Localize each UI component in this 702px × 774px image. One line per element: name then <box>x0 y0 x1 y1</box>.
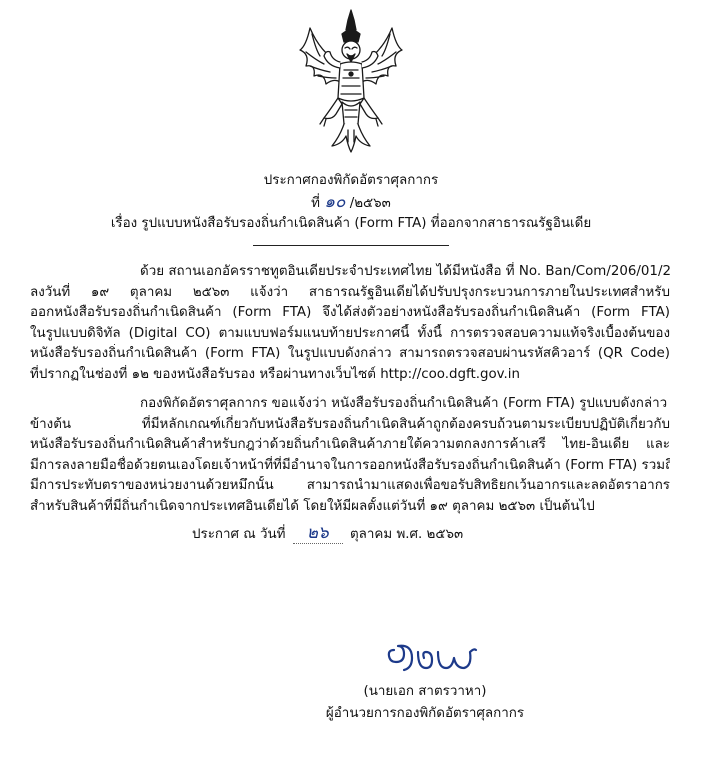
paragraph-2-line: มีการลงลายมือชื่อด้วยตนเองโดยเจ้าหน้าที่… <box>30 457 670 473</box>
signer-position: ผู้อำนวยการกองพิกัดอัตราศุลกากร <box>325 706 525 721</box>
paragraph-1-line: ด้วย สถานเอกอัครราชทูตอินเดียประจำประเทศ… <box>140 264 670 279</box>
handwritten-number: ๑๐ <box>324 192 346 212</box>
paragraph-1: ด้วย สถานเอกอัครราชทูตอินเดียประจำประเทศ… <box>30 262 670 386</box>
date-suffix: ตุลาคม พ.ศ. ๒๕๖๓ <box>349 527 464 542</box>
paragraph-1-line: ออกหนังสือรับรองถิ่นกำเนิดสินค้า (Form F… <box>30 305 670 321</box>
subject-line: เรื่อง รูปแบบหนังสือรับรองถิ่นกำเนิดสินค… <box>110 216 592 231</box>
document-number: ที่ ๑๐ /๒๕๖๓ <box>0 193 702 213</box>
paragraph-1-line: ที่ปรากฏในช่องที่ ๑๒ ของหนังสือรับรอง หร… <box>30 366 521 382</box>
paragraph-2: กองพิกัดอัตราศุลกากร ขอแจ้งว่า หนังสือรั… <box>30 394 670 518</box>
paragraph-2-line: ข้างต้น ที่มีหลักเกณฑ์เกี่ยวกับหนังสือรั… <box>30 416 670 432</box>
number-suffix: /๒๕๖๓ <box>349 196 391 211</box>
issuer-title: ประกาศกองพิกัดอัตราศุลกากร <box>263 173 439 188</box>
number-prefix: ที่ <box>311 196 320 211</box>
header-divider <box>253 245 449 246</box>
paragraph-2-line: หนังสือรับรองถิ่นกำเนิดสินค้าสำหรับกฎว่า… <box>30 437 670 453</box>
announcement-document: ประกาศกองพิกัดอัตราศุลกากร ที่ ๑๐ /๒๕๖๓ … <box>0 0 702 774</box>
paragraph-1-line: ในรูปแบบดิจิทัล (Digital CO) ตามแบบฟอร์ม… <box>30 325 670 341</box>
handwritten-signature <box>387 644 478 672</box>
announcement-date: ประกาศ ณ วันที่ ๒๖ ตุลาคม พ.ศ. ๒๕๖๓ <box>192 523 463 545</box>
handwritten-day: ๒๖ <box>292 523 343 544</box>
paragraph-2-line: กองพิกัดอัตราศุลกากร ขอแจ้งว่า หนังสือรั… <box>140 396 668 411</box>
signer-name: (นายเอก สาตรวาหา) <box>363 684 487 699</box>
date-prefix: ประกาศ ณ วันที่ <box>192 527 286 542</box>
garuda-emblem-icon <box>299 9 403 153</box>
paragraph-1-line: ลงวันที่ ๑๙ ตุลาคม ๒๕๖๓ แจ้งว่า สาธารณรั… <box>30 284 670 300</box>
paragraph-2-line: มีการประทับตราของหน่วยงานด้วยหมึกนั้น สา… <box>30 478 670 494</box>
paragraph-2-line: สำหรับสินค้าที่มีถิ่นกำเนิดจากประเทศอินเ… <box>30 498 595 514</box>
paragraph-1-line: หนังสือรับรองถิ่นกำเนิดสินค้า (Form FTA)… <box>30 346 670 362</box>
